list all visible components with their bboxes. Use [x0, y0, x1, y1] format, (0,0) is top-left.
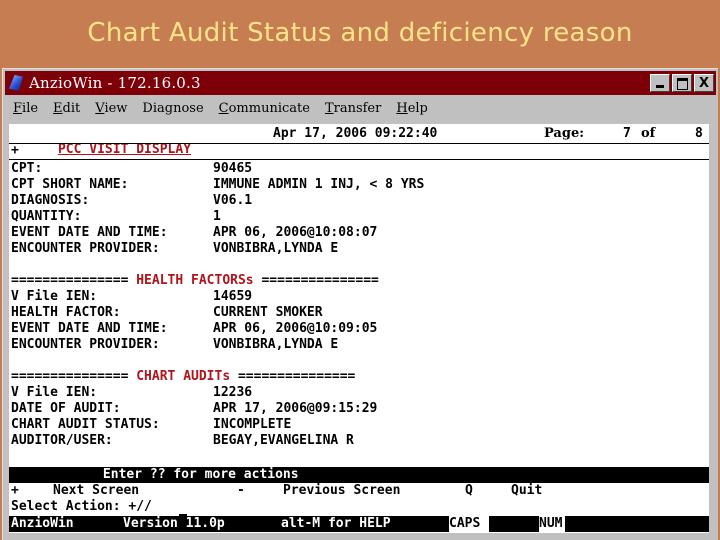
chart-audit-status-value: INCOMPLETE: [213, 417, 292, 432]
section-header-health-factors: =============== HEALTH FACTORSs ========…: [11, 273, 379, 288]
menu-transfer[interactable]: Transfer: [317, 101, 388, 116]
header-rule-bottom: [9, 159, 709, 160]
section-header-chart-audits: =============== CHART AUDITs ===========…: [11, 369, 356, 384]
field-row: QUANTITY: 1: [11, 209, 221, 225]
menu-help[interactable]: Help: [388, 101, 435, 116]
screen-header: PCC VISIT DISPLAY: [11, 126, 191, 157]
select-action-input[interactable]: Select Action: +//: [11, 499, 152, 515]
field-label: CPT SHORT NAME:: [11, 177, 129, 192]
anziowin-app-icon[interactable]: [9, 75, 23, 91]
field-row: ENCOUNTER PROVIDER: VONBIBRA,LYNDA E: [11, 241, 338, 257]
maximize-button[interactable]: [672, 74, 692, 92]
field-row: EVENT DATE AND TIME: APR 06, 2006@10:08:0…: [11, 225, 377, 241]
screen-title: PCC VISIT DISPLAY: [57, 142, 192, 157]
page-current: 7: [623, 126, 631, 141]
close-icon: X: [698, 75, 710, 91]
field-value: VONBIBRA,LYNDA E: [213, 337, 339, 352]
field-label: DATE OF AUDIT:: [11, 401, 121, 416]
header-datetime: Apr 17, 2006 09:22:40: [273, 126, 438, 141]
field-row: CHART AUDIT STATUS: INCOMPLETE: [11, 417, 291, 433]
menu-edit[interactable]: Edit: [45, 101, 87, 116]
field-label: EVENT DATE AND TIME:: [11, 225, 168, 240]
field-label: AUDITOR/USER:: [11, 433, 113, 448]
window-title: AnzioWin - 172.16.0.3: [29, 74, 201, 92]
select-action-label: Select Action:: [11, 499, 121, 514]
field-label: CHART AUDIT STATUS:: [11, 417, 160, 432]
terminal-screen[interactable]: PCC VISIT DISPLAY Apr 17, 2006 09:22:40 …: [9, 124, 709, 533]
status-caps: CAPS: [449, 516, 489, 532]
field-label: V File IEN:: [11, 289, 98, 304]
field-row: CPT: 90465: [11, 161, 252, 177]
status-num: NUM: [539, 516, 565, 532]
action-next[interactable]: +: [11, 483, 19, 499]
field-value: APR 06, 2006@10:09:05: [213, 321, 378, 336]
menu-diagnose[interactable]: Diagnose: [134, 101, 210, 116]
field-label: EVENT DATE AND TIME:: [11, 321, 168, 336]
field-row: DATE OF AUDIT: APR 17, 2006@09:15:29: [11, 401, 377, 417]
section-title: CHART AUDITs: [136, 369, 231, 384]
prompt-bar: Enter ?? for more actions: [9, 467, 709, 483]
field-label: QUANTITY:: [11, 209, 82, 224]
menu-communicate[interactable]: Communicate: [211, 101, 317, 116]
field-row: EVENT DATE AND TIME: APR 06, 2006@10:09:0…: [11, 321, 377, 337]
menu-view[interactable]: View: [87, 101, 134, 116]
field-value: VONBIBRA,LYNDA E: [213, 241, 339, 256]
field-row: HEALTH FACTOR: CURRENT SMOKER: [11, 305, 323, 321]
field-value: APR 06, 2006@10:08:07: [213, 225, 378, 240]
field-row: AUDITOR/USER: BEGAY,EVANGELINA R: [11, 433, 354, 449]
status-help: alt-M for HELP: [281, 516, 391, 531]
close-button[interactable]: X: [694, 74, 714, 92]
more-indicator: +: [11, 143, 19, 158]
title-bar[interactable]: AnzioWin - 172.16.0.3 X: [5, 71, 716, 95]
page-label: Page:: [544, 126, 585, 141]
field-value: 14659: [213, 289, 253, 304]
field-label: HEALTH FACTOR:: [11, 305, 121, 320]
field-row: ENCOUNTER PROVIDER: VONBIBRA,LYNDA E: [11, 337, 338, 353]
status-app: AnzioWin: [11, 516, 74, 531]
menu-bar: File Edit View Diagnose Communicate Tran…: [5, 97, 716, 119]
minimize-button[interactable]: [650, 74, 670, 92]
status-version: Version 11.0p: [123, 516, 225, 531]
field-value: BEGAY,EVANGELINA R: [213, 433, 354, 448]
field-row: CPT SHORT NAME: IMMUNE ADMIN 1 INJ, < 8 Y…: [11, 177, 424, 193]
field-row: V File IEN: 14659: [11, 289, 252, 305]
select-action-default: +//: [128, 499, 152, 514]
field-label: ENCOUNTER PROVIDER:: [11, 241, 160, 256]
menu-file[interactable]: File: [5, 101, 45, 116]
field-row: DIAGNOSIS: V06.1: [11, 193, 252, 209]
field-value: APR 17, 2006@09:15:29: [213, 401, 378, 416]
header-rule-top: [9, 143, 709, 144]
section-title: HEALTH FACTORSs: [136, 273, 254, 288]
field-value: V06.1: [213, 193, 253, 208]
field-row: V File IEN: 12236: [11, 385, 252, 401]
action-quit-key[interactable]: Q: [465, 483, 473, 499]
field-value: 12236: [213, 385, 253, 400]
action-next-label[interactable]: Next Screen: [53, 483, 139, 499]
field-label: DIAGNOSIS:: [11, 193, 90, 208]
page-of: of: [641, 126, 656, 141]
slide-title: Chart Audit Status and deficiency reason: [87, 18, 633, 48]
action-prev-key[interactable]: -: [237, 483, 245, 499]
action-quit-label[interactable]: Quit: [511, 483, 542, 499]
field-label: V File IEN:: [11, 385, 98, 400]
page-total: 8: [695, 126, 703, 141]
field-label: CPT:: [11, 161, 43, 176]
action-prev-label[interactable]: Previous Screen: [283, 483, 400, 499]
field-value: 90465: [213, 161, 253, 176]
field-value: IMMUNE ADMIN 1 INJ, < 8 YRS: [213, 177, 425, 192]
field-label: ENCOUNTER PROVIDER:: [11, 337, 160, 352]
anziowin-window: AnzioWin - 172.16.0.3 X File Edit View D…: [2, 68, 718, 540]
field-value: 1: [213, 209, 221, 224]
field-value: CURRENT SMOKER: [213, 305, 323, 320]
window-controls: X: [650, 74, 714, 92]
